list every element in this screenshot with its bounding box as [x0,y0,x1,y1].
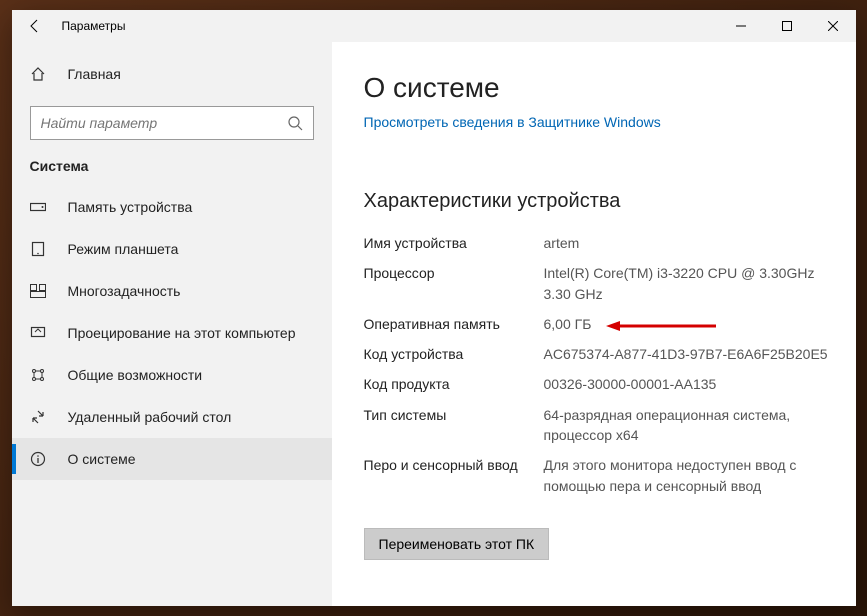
specs-heading: Характеристики устройства [364,190,832,213]
spec-row: Код устройстваAC675374-A877-41D3-97B7-E6… [364,344,832,364]
spec-label: Имя устройства [364,233,544,253]
sidebar-item-label: Память устройства [68,199,193,215]
minimize-button[interactable] [718,10,764,42]
spec-row: ПроцессорIntel(R) Core(TM) i3-3220 CPU @… [364,263,832,304]
sidebar-nav: Память устройства Режим планшета Многоза… [12,186,332,480]
settings-window: Параметры Главная [12,10,856,606]
spec-label: Код продукта [364,374,544,394]
sidebar-home-label: Главная [68,66,121,82]
page-title: О системе [364,72,832,104]
home-icon [30,66,50,82]
tablet-icon [30,241,50,257]
spec-label: Код устройства [364,344,544,364]
storage-icon [30,200,50,214]
sidebar-item-label: Общие возможности [68,367,203,383]
info-icon [30,451,50,467]
titlebar: Параметры [12,10,856,42]
defender-link[interactable]: Просмотреть сведения в Защитнике Windows [364,114,661,130]
arrow-annotation [606,320,716,332]
sidebar-item-projecting[interactable]: Проецирование на этот компьютер [12,312,332,354]
spec-label: Оперативная память [364,314,544,334]
spec-value: AC675374-A877-41D3-97B7-E6A6F25B20E5 [544,344,832,364]
spec-row: Перо и сенсорный вводДля этого монитора … [364,455,832,496]
sidebar-item-label: Многозадачность [68,283,181,299]
window-controls [718,10,856,42]
sidebar-item-label: О системе [68,451,136,467]
sidebar-section-header: Система [12,158,332,186]
spec-label: Процессор [364,263,544,304]
content-panel: О системе Просмотреть сведения в Защитни… [332,42,856,606]
spec-label: Тип системы [364,405,544,446]
maximize-button[interactable] [764,10,810,42]
sidebar-item-label: Проецирование на этот компьютер [68,325,296,341]
sidebar-item-storage[interactable]: Память устройства [12,186,332,228]
spec-value: 64-разрядная операционная система, проце… [544,405,832,446]
back-button[interactable] [12,10,58,42]
spec-row: Тип системы64-разрядная операционная сис… [364,405,832,446]
spec-value: 00326-30000-00001-AA135 [544,374,832,394]
sidebar-item-about[interactable]: О системе [12,438,332,480]
spec-row: Код продукта00326-30000-00001-AA135 [364,374,832,394]
rename-pc-button[interactable]: Переименовать этот ПК [364,528,550,560]
sidebar-home[interactable]: Главная [12,54,332,94]
search-icon [287,115,303,131]
spec-value: 6,00 ГБ [544,314,832,334]
search-input[interactable] [41,115,287,131]
sidebar-item-remote[interactable]: Удаленный рабочий стол [12,396,332,438]
sidebar-item-multitask[interactable]: Многозадачность [12,270,332,312]
shared-icon [30,367,50,383]
spec-row: Имя устройстваartem [364,233,832,253]
spec-value: artem [544,233,832,253]
close-button[interactable] [810,10,856,42]
projecting-icon [30,325,50,341]
multitask-icon [30,284,50,298]
window-title: Параметры [58,19,718,33]
sidebar-item-label: Режим планшета [68,241,179,257]
sidebar-item-tablet[interactable]: Режим планшета [12,228,332,270]
sidebar-item-label: Удаленный рабочий стол [68,409,232,425]
spec-value: Для этого монитора недоступен ввод с пом… [544,455,832,496]
spec-value: Intel(R) Core(TM) i3-3220 CPU @ 3.30GHz … [544,263,832,304]
remote-desktop-icon [30,409,50,425]
spec-label: Перо и сенсорный ввод [364,455,544,496]
search-box[interactable] [30,106,314,140]
spec-row: Оперативная память6,00 ГБ [364,314,832,334]
sidebar: Главная Система Память устройства [12,42,332,606]
sidebar-item-shared[interactable]: Общие возможности [12,354,332,396]
